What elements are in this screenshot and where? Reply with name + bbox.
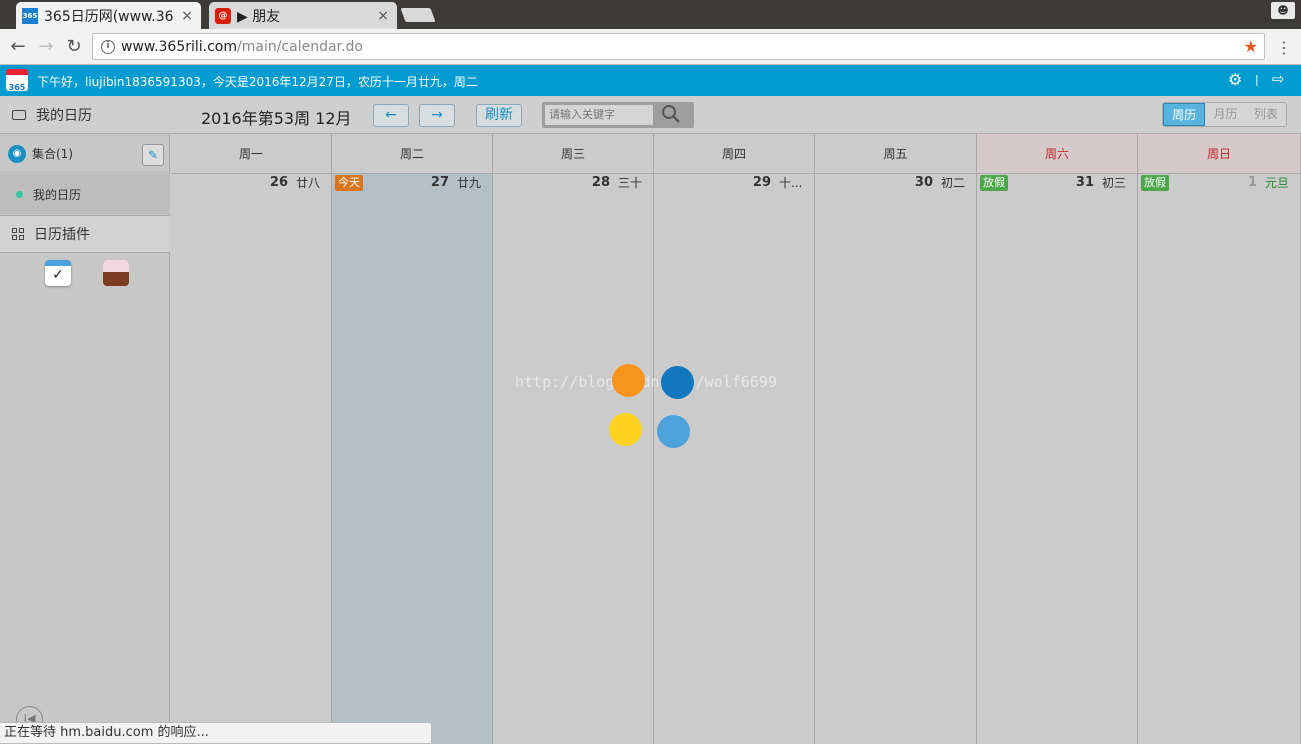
info-icon[interactable]: i — [101, 39, 115, 54]
365-logo-icon: 365 — [22, 7, 38, 24]
address-bar[interactable]: i www.365rili.com/main/calendar.do ★ — [92, 33, 1265, 60]
lunar-date: 廿九 — [457, 176, 482, 190]
sidebar-item-sub-calendar[interactable]: 我的日历 — [0, 174, 170, 214]
sidebar-item-plugins[interactable]: 日历插件 — [0, 215, 170, 253]
next-week-button[interactable]: → — [419, 104, 455, 127]
day-number: 27 — [430, 175, 449, 190]
day-header: 周二 — [332, 134, 493, 174]
day-column[interactable] — [977, 174, 1138, 744]
url-host: www.365rili.com — [121, 38, 238, 55]
browser-status-bubble: 正在等待 hm.baidu.com 的响应... — [0, 722, 432, 744]
lunar-date: 初三 — [1102, 176, 1127, 190]
day-number: 29 — [752, 175, 771, 190]
day-column[interactable] — [493, 174, 654, 744]
loader-dot-yellow — [609, 413, 642, 446]
reload-icon[interactable]: ↻ — [62, 35, 86, 59]
day-number: 28 — [591, 175, 610, 190]
new-tab-button[interactable] — [400, 8, 436, 22]
lunar-date: 十... — [779, 176, 803, 190]
day-column[interactable] — [171, 174, 332, 744]
search-icon[interactable] — [661, 104, 681, 124]
refresh-button[interactable]: 刷新 — [476, 104, 522, 127]
day-header: 周三 — [493, 134, 654, 174]
divider: | — [1255, 73, 1259, 86]
sidebar: 我的日历 ◉ 集合(1) ✎ 我的日历 日历插件 ✓ |◀ — [0, 96, 170, 744]
tab-close-icon[interactable]: × — [181, 8, 193, 24]
browser-tab-365rili[interactable]: 365 365日历网(www.36 × — [16, 2, 201, 29]
site-top-bar: 365 下午好，liujibin1836591303，今天是2016年12月27… — [0, 65, 1301, 96]
sidebar-item-label: 集合(1) — [32, 147, 73, 161]
view-tab-month[interactable]: 月历 — [1205, 103, 1245, 126]
back-arrow-icon[interactable]: ← — [6, 35, 30, 59]
week-title: 2016年第53周 12月 — [201, 109, 352, 128]
loader-dot-blue — [661, 366, 694, 399]
forward-arrow-icon[interactable]: → — [34, 35, 58, 59]
day-header: 周四 — [654, 134, 815, 174]
day-column[interactable] — [332, 174, 493, 744]
day-number: 30 — [914, 175, 933, 190]
view-tab-list[interactable]: 列表 — [1246, 103, 1286, 126]
gear-icon[interactable]: ⚙ — [1228, 70, 1242, 89]
keyboard-icon — [12, 109, 26, 120]
tab-close-icon[interactable]: × — [377, 8, 389, 24]
view-switcher: 周历 月历 列表 — [1162, 102, 1287, 127]
lunar-date: 廿八 — [296, 176, 321, 190]
day-column[interactable] — [654, 174, 815, 744]
day-column[interactable] — [1138, 174, 1301, 744]
day-number: 1 — [1247, 175, 1257, 190]
grid-icon — [12, 228, 24, 240]
loader-dot-lightblue — [657, 415, 690, 448]
day-number: 31 — [1075, 175, 1094, 190]
site-logo[interactable]: 365 — [6, 69, 28, 92]
loader-dot-orange — [612, 364, 645, 397]
browser-tab-friends[interactable]: @ ▶ 朋友 × — [209, 2, 397, 29]
calendar-color-dot — [16, 190, 23, 198]
lunar-date: 初二 — [941, 176, 966, 190]
browser-menu-icon[interactable]: ⋮ — [1276, 38, 1292, 58]
day-header: 周一 — [171, 134, 332, 174]
todo-plugin-icon[interactable]: ✓ — [45, 260, 71, 286]
greeting-text: 下午好，liujibin1836591303，今天是2016年12月27日，农历… — [37, 75, 478, 89]
url-path: /main/calendar.do — [237, 38, 363, 55]
search-input[interactable]: 请输入关键字 — [545, 105, 653, 125]
edit-pencil-icon[interactable]: ✎ — [142, 144, 164, 166]
birthday-cake-plugin-icon[interactable] — [103, 260, 129, 286]
bookmark-star-icon[interactable]: ★ — [1244, 37, 1258, 56]
sidebar-item-label: 日历插件 — [34, 227, 90, 243]
prev-week-button[interactable]: ← — [373, 104, 409, 127]
tab-title: ▶ 朋友 — [237, 8, 281, 25]
browser-tab-strip: 365 365日历网(www.36 × @ ▶ 朋友 × ☻ — [0, 0, 1301, 29]
sidebar-item-label: 我的日历 — [36, 107, 92, 124]
day-header: 周日 — [1138, 134, 1301, 174]
view-tab-week[interactable]: 周历 — [1163, 103, 1206, 126]
browser-toolbar: ← → ↻ i www.365rili.com/main/calendar.do… — [0, 29, 1301, 65]
sidebar-item-my-calendar[interactable]: 我的日历 — [0, 96, 170, 134]
day-number: 26 — [269, 175, 288, 190]
sidebar-item-label: 我的日历 — [33, 187, 82, 202]
day-header: 周五 — [815, 134, 977, 174]
tab-title: 365日历网(www.36 — [44, 8, 174, 25]
profile-icon[interactable]: ☻ — [1271, 2, 1295, 19]
day-header: 周六 — [977, 134, 1138, 174]
day-column[interactable] — [815, 174, 977, 744]
logout-icon[interactable]: ⇨ — [1272, 70, 1285, 88]
eye-icon[interactable]: ◉ — [8, 144, 26, 163]
lunar-date: 元旦 — [1265, 176, 1290, 190]
lunar-date: 三十 — [618, 176, 643, 190]
search-box: 请输入关键字 — [542, 102, 694, 128]
watermark: http://blog.csdn.net/wolf6699 — [515, 373, 777, 391]
calendar-header: 2016年第53周 12月 ← → 刷新 请输入关键字 周历 月历 列表 — [171, 96, 1301, 134]
netease-music-icon: @ — [215, 7, 231, 24]
